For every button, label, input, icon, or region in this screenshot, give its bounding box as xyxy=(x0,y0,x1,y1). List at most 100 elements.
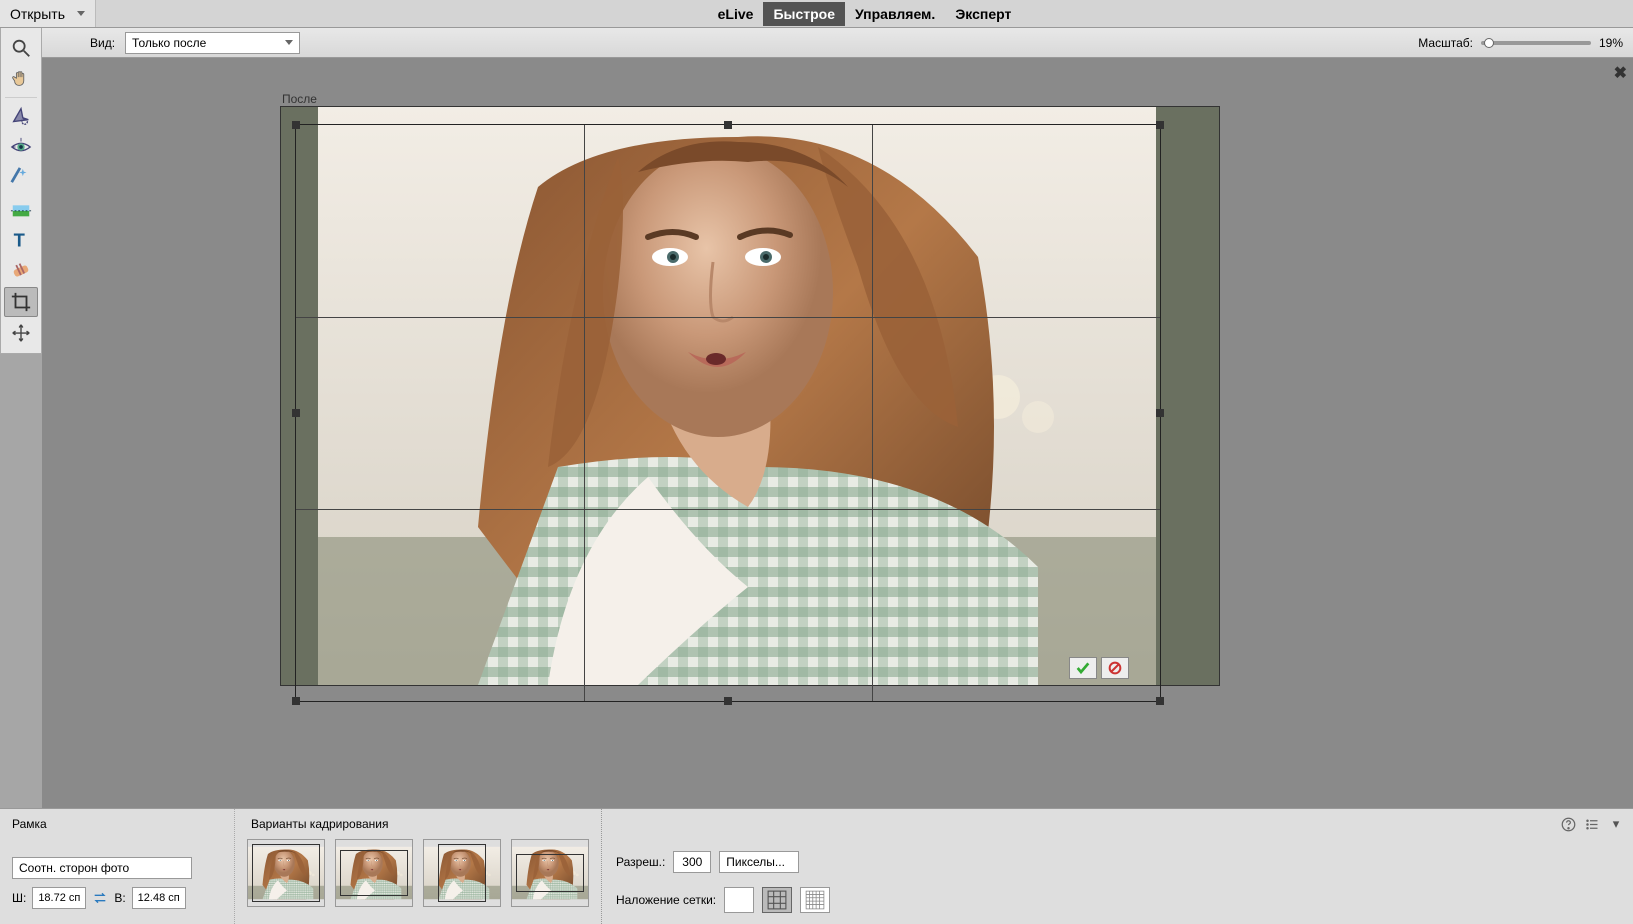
zoom-label: Масштаб: xyxy=(1418,36,1473,50)
resolution-row: Разреш.: Пикселы... xyxy=(616,851,830,873)
open-button[interactable]: Открыть xyxy=(0,0,96,27)
open-label: Открыть xyxy=(10,6,65,22)
spot-heal-tool[interactable] xyxy=(4,256,38,286)
options-bar: Вид: Только после Масштаб: 19% xyxy=(42,28,1633,58)
view-select[interactable]: Только после xyxy=(125,32,300,54)
artboard[interactable] xyxy=(280,106,1220,686)
panel-options-button[interactable] xyxy=(1583,815,1601,833)
topbar: Открыть eLive Быстрое Управляем. Эксперт xyxy=(0,0,1633,28)
grid-dense-icon xyxy=(805,890,825,910)
crop-commit-buttons xyxy=(1069,657,1129,679)
crop-handle[interactable] xyxy=(724,697,732,705)
crop-handle[interactable] xyxy=(292,121,300,129)
crop-variant-1[interactable] xyxy=(247,839,325,907)
panel-menu-button[interactable]: ▾ xyxy=(1607,815,1625,833)
redeye-tool[interactable] xyxy=(4,132,38,162)
aspect-ratio-select[interactable]: Соотн. сторон фото xyxy=(12,857,192,879)
redeye-tool-icon xyxy=(10,136,32,158)
mode-tabs: eLive Быстрое Управляем. Эксперт xyxy=(708,2,1022,26)
height-input[interactable] xyxy=(132,887,186,909)
cancel-icon xyxy=(1107,660,1123,676)
crop-variant-3[interactable] xyxy=(423,839,501,907)
grid-line xyxy=(872,125,873,701)
crop-handle[interactable] xyxy=(292,409,300,417)
aspect-ratio-value: Соотн. сторон фото xyxy=(19,861,129,875)
crop-handle[interactable] xyxy=(1156,409,1164,417)
hand-tool-icon xyxy=(10,68,32,90)
quick-select-tool-icon xyxy=(10,105,32,127)
crop-variants-label: Варианты кадрирования xyxy=(251,817,589,831)
resolution-label: Разреш.: xyxy=(616,855,665,869)
move-tool[interactable] xyxy=(4,318,38,348)
horizon-tool-icon xyxy=(10,198,32,220)
chevron-down-icon: ▾ xyxy=(1613,816,1620,832)
move-tool-icon xyxy=(10,322,32,344)
width-label: Ш: xyxy=(12,891,26,905)
cancel-crop-button[interactable] xyxy=(1101,657,1129,679)
help-button[interactable] xyxy=(1559,815,1577,833)
type-tool-icon: T xyxy=(10,229,32,251)
resolution-unit-value: Пикселы... xyxy=(726,855,785,869)
chevron-down-icon xyxy=(77,11,85,16)
zoom-tool-icon xyxy=(10,37,32,59)
resolution-unit-select[interactable]: Пикселы... xyxy=(719,851,799,873)
grid-overlay-grid[interactable] xyxy=(800,887,830,913)
after-label: После xyxy=(282,92,317,106)
resolution-input[interactable] xyxy=(673,851,711,873)
chevron-down-icon xyxy=(285,40,293,45)
horizon-tool[interactable] xyxy=(4,194,38,224)
help-icon xyxy=(1561,817,1576,832)
zoom-tool[interactable] xyxy=(4,33,38,63)
quick-select-tool[interactable] xyxy=(4,101,38,131)
svg-text:T: T xyxy=(14,229,25,250)
close-panel-button[interactable]: ✖ xyxy=(1614,63,1627,83)
frame-column: Рамка Соотн. сторон фото Ш: В: xyxy=(0,809,235,924)
crop-rectangle[interactable] xyxy=(295,124,1161,702)
crop-handle[interactable] xyxy=(1156,697,1164,705)
grid-overlay-label: Наложение сетки: xyxy=(616,893,716,907)
zoom-value: 19% xyxy=(1599,36,1623,50)
whiten-tool[interactable] xyxy=(4,163,38,193)
tab-expert[interactable]: Эксперт xyxy=(945,2,1021,26)
dimension-row: Ш: В: xyxy=(12,887,222,909)
resolution-column: Разреш.: Пикселы... Наложение сетки: xyxy=(602,809,844,924)
swap-dimensions-button[interactable] xyxy=(92,890,108,906)
zoom-slider-thumb[interactable] xyxy=(1484,38,1494,48)
view-select-value: Только после xyxy=(132,36,206,50)
tab-elive[interactable]: eLive xyxy=(708,2,764,26)
grid-line xyxy=(296,509,1160,510)
height-label: В: xyxy=(114,891,125,905)
crop-variant-4[interactable] xyxy=(511,839,589,907)
commit-crop-button[interactable] xyxy=(1069,657,1097,679)
zoom-group: Масштаб: 19% xyxy=(1418,36,1623,50)
crop-variant-thumbnails xyxy=(247,839,589,907)
spot-heal-tool-icon xyxy=(10,260,32,282)
width-input[interactable] xyxy=(32,887,86,909)
swap-icon xyxy=(92,890,108,906)
view-label: Вид: xyxy=(90,36,115,50)
grid-overlay-row: Наложение сетки: xyxy=(616,887,830,913)
grid-line xyxy=(296,317,1160,318)
crop-variants-column: Варианты кадрирования xyxy=(235,809,602,924)
tool-palette: T xyxy=(0,28,42,354)
whiten-tool-icon xyxy=(10,167,32,189)
crop-tool[interactable] xyxy=(4,287,38,317)
crop-handle[interactable] xyxy=(292,697,300,705)
crop-handle[interactable] xyxy=(724,121,732,129)
crop-handle[interactable] xyxy=(1156,121,1164,129)
frame-section-label: Рамка xyxy=(12,817,222,831)
tab-guided[interactable]: Управляем. xyxy=(845,2,945,26)
checkmark-icon xyxy=(1075,660,1091,676)
grid-overlay-thirds[interactable] xyxy=(762,887,792,913)
hand-tool[interactable] xyxy=(4,64,38,94)
grid-thirds-icon xyxy=(767,890,787,910)
tab-quick[interactable]: Быстрое xyxy=(763,2,845,26)
grid-overlay-none[interactable] xyxy=(724,887,754,913)
crop-variant-2[interactable] xyxy=(335,839,413,907)
zoom-slider[interactable] xyxy=(1481,41,1591,45)
type-tool[interactable]: T xyxy=(4,225,38,255)
list-icon xyxy=(1585,817,1600,832)
tool-options-panel: Рамка Соотн. сторон фото Ш: В: Варианты … xyxy=(0,808,1633,924)
crop-tool-icon xyxy=(10,291,32,313)
canvas-area: ✖ После xyxy=(42,58,1633,808)
